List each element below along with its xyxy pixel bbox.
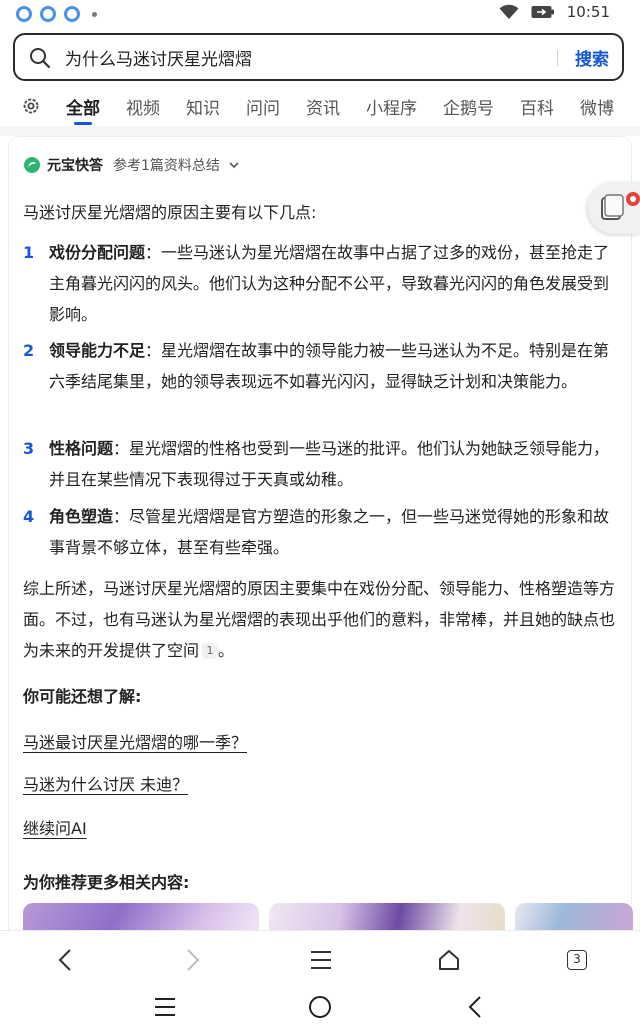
status-system: 10:51 [499,3,610,21]
system-nav-bar [0,988,640,1024]
tab-news[interactable]: 资讯 [306,94,340,119]
back-button[interactable] [50,945,80,975]
item-text: ：星光熠熠的性格也受到一些马迷的批评。他们认为她缺乏领导能力，并且在某些情况下表… [49,439,610,489]
tab-mini-program[interactable]: 小程序 [366,94,417,119]
chevron-left-icon [58,949,71,971]
search-divider [557,50,558,66]
wifi-icon [499,4,519,19]
answer-item: 4 角色塑造：尽管星光熠熠是官方塑造的形象之一，但一些马迷觉得她的形象和故事背景… [23,501,621,563]
circle-home-icon [309,996,331,1018]
note-icon [601,192,640,220]
ai-answer-card: 元宝快答 参考1篇资料总结 马迷讨厌星光熠熠的原因主要有以下几点: 1 戏份分配… [8,136,633,946]
answer-item: 1 戏份分配问题：一些马迷认为星光熠熠在故事中占据了过多的戏份，甚至抢走了主角暮… [23,237,621,330]
menu-button[interactable] [306,945,336,975]
tab-wenwen[interactable]: 问问 [246,94,280,119]
reference-summary: 参考1篇资料总结 [113,158,220,174]
back-arrow-icon [468,996,481,1018]
item-number: 2 [23,341,35,360]
brand-name: 元宝快答 [47,158,103,174]
battery-icon [531,6,554,18]
search-button[interactable]: 搜索 [575,45,609,70]
status-time: 10:51 [566,3,610,21]
answer-header[interactable]: 元宝快答 参考1篇资料总结 [23,155,240,175]
item-title: 性格问题 [49,439,114,458]
home-icon [439,950,459,970]
item-text: ：尽管星光熠熠是官方塑造的形象之一，但一些马迷觉得她的形象和故事背景不够立体，甚… [49,507,610,557]
tab-count: 3 [567,950,587,970]
item-number: 4 [23,507,35,526]
tab-weibo[interactable]: 微博 [580,94,614,119]
back-nav-button[interactable] [460,992,490,1022]
notification-icon [40,6,56,22]
related-question-link[interactable]: 马迷最讨厌星光熠熠的哪一季？ [23,729,247,753]
item-title: 角色塑造 [49,507,114,526]
recent-apps-button[interactable] [150,992,180,1022]
floating-note-button[interactable] [588,182,640,234]
settings-gear-icon[interactable] [22,97,40,115]
item-number: 1 [23,243,35,262]
item-title: 领导能力不足 [49,341,146,360]
tab-knowledge[interactable]: 知识 [186,94,220,119]
status-bar: 10:51 [0,0,640,28]
recommendation-thumbnail[interactable] [23,903,259,933]
recent-apps-icon [155,998,175,1016]
home-nav-button[interactable] [305,992,335,1022]
answer-item: 3 性格问题：星光熠熠的性格也受到一些马迷的批评。他们认为她缺乏领导能力，并且在… [23,433,621,495]
citation-badge[interactable]: 1 [202,643,219,659]
more-notifications-icon [92,11,97,17]
section-divider [0,126,640,136]
home-button[interactable] [434,945,464,975]
search-tabs: 全部 视频 知识 问问 资讯 小程序 企鹅号 百科 微博 [0,88,640,125]
forward-button[interactable] [178,945,208,975]
continue-ask-ai-link[interactable]: 继续问AI [23,815,87,839]
chevron-down-icon [229,162,239,169]
related-questions-title: 你可能还想了解: [23,687,142,706]
item-title: 戏份分配问题 [49,243,146,262]
notification-icon [16,6,32,22]
tab-video[interactable]: 视频 [126,94,160,119]
search-bar: 搜索 [13,33,624,81]
recommendation-thumbnail[interactable] [515,903,633,933]
notification-icon [64,6,80,22]
recommendations-title: 为你推荐更多相关内容: [23,873,190,892]
search-icon [30,48,51,69]
yuanbao-logo-icon [24,157,40,173]
status-notifications [16,6,97,22]
recommendation-thumbnail[interactable] [269,903,505,933]
active-tab-indicator [74,122,92,125]
chevron-right-icon [187,949,200,971]
related-question-link[interactable]: 马迷为什么讨厌 未迪？ [23,771,188,795]
browser-toolbar: 3 [0,930,640,988]
answer-item: 2 领导能力不足：星光熠熠在故事中的领导能力被一些马迷认为不足。特别是在第六季结… [23,335,621,397]
answer-intro: 马迷讨厌星光熠熠的原因主要有以下几点: [23,203,317,222]
search-input[interactable] [65,44,545,70]
summary-end: 。 [218,641,235,660]
tab-all[interactable]: 全部 [66,94,100,119]
tab-penguin[interactable]: 企鹅号 [443,94,494,119]
tab-baike[interactable]: 百科 [520,94,554,119]
menu-icon [311,951,331,969]
summary-text: 综上所述，马迷讨厌星光熠熠的原因主要集中在戏份分配、领导能力、性格塑造等方面。不… [23,579,616,660]
item-number: 3 [23,439,35,458]
answer-summary: 综上所述，马迷讨厌星光熠熠的原因主要集中在戏份分配、领导能力、性格塑造等方面。不… [23,573,621,666]
tabs-button[interactable]: 3 [562,945,592,975]
